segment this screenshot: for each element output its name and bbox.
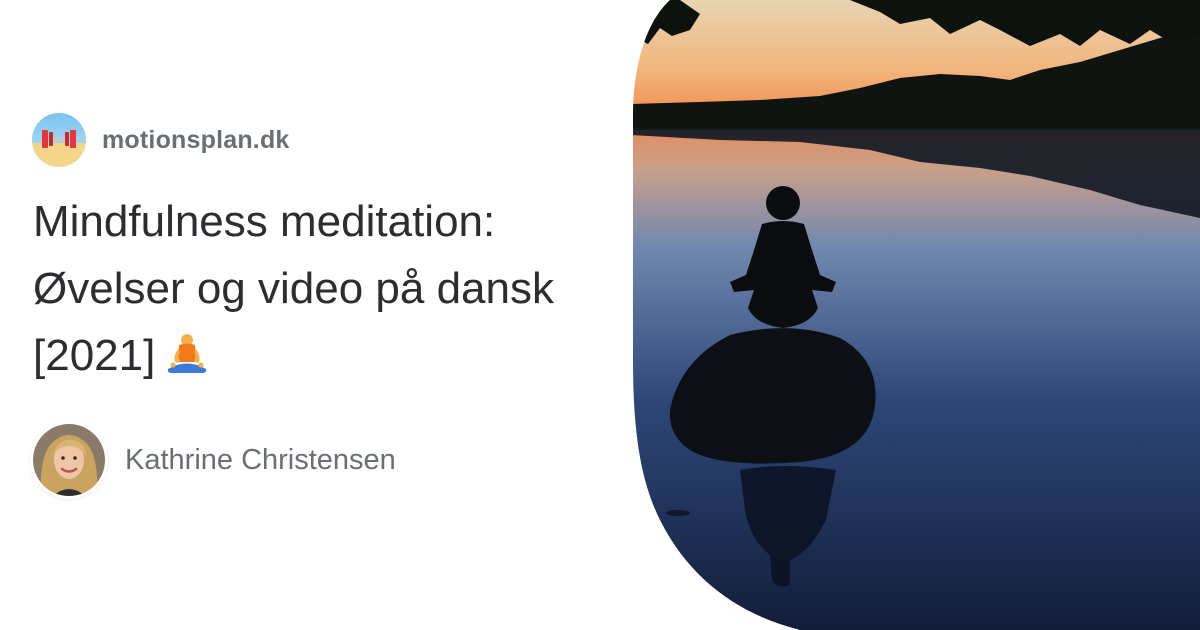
share-card: motionsplan.dk Mindfulness meditation: Ø…	[0, 0, 1200, 630]
meditation-lake-silhouette	[633, 0, 1200, 630]
